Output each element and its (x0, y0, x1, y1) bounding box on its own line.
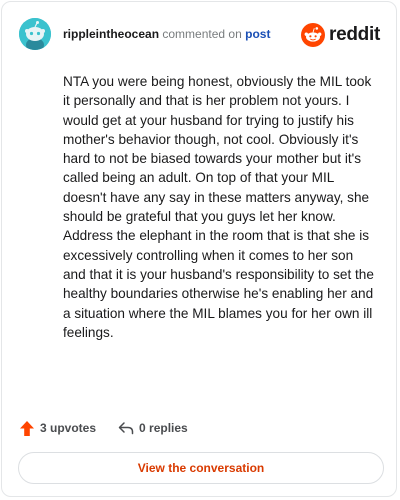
comment-action-text: commented on (162, 27, 242, 41)
avatar[interactable] (19, 18, 51, 50)
upvote-arrow-icon (20, 420, 34, 436)
reddit-wordmark: reddit (329, 24, 380, 45)
reddit-logo-icon (301, 23, 326, 47)
replies-count[interactable]: 0 replies (118, 421, 188, 435)
reddit-logo[interactable]: reddit (301, 22, 380, 48)
replies-label: 0 replies (139, 421, 188, 435)
upvotes-label: 3 upvotes (40, 421, 97, 435)
comment-byline: rippleintheocean commented on post (63, 26, 270, 42)
comment-embed-card: rippleintheocean commented on post reddi… (1, 1, 397, 497)
reply-arrow-icon (118, 422, 134, 435)
snoo-avatar-icon (19, 18, 51, 50)
comment-footer: 3 upvotes 0 replies (19, 418, 188, 438)
comment-author[interactable]: rippleintheocean (63, 27, 159, 41)
upvotes-count[interactable]: 3 upvotes (19, 420, 96, 437)
comment-header: rippleintheocean commented on post reddi… (19, 18, 380, 52)
comment-body: NTA you were being honest, obviously the… (63, 74, 374, 340)
view-conversation-button[interactable]: View the conversation (18, 452, 384, 484)
post-link[interactable]: post (245, 27, 270, 41)
